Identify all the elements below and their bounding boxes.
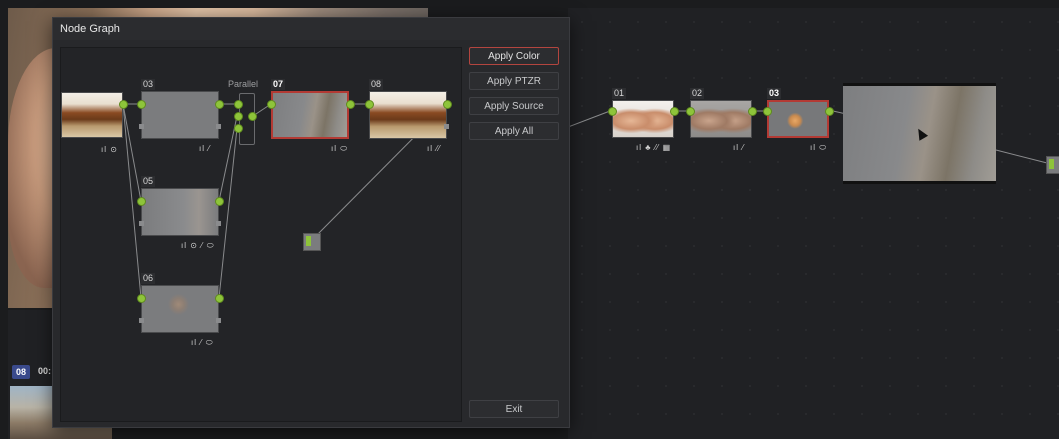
panel-node-08[interactable]	[369, 91, 447, 139]
panel-node-03-key-input[interactable]	[139, 124, 144, 129]
panel-node-03[interactable]	[141, 91, 219, 139]
panel-graph-area[interactable]: ıl ⊙ 03 ıl ⁄ Parallel 07 ıl ⬭ 08 ıl ⁄⁄ 0…	[60, 47, 462, 422]
clip-timecode: 00:	[38, 366, 52, 376]
parallel-input-2[interactable]	[234, 112, 243, 121]
panel-node-06-key-input[interactable]	[139, 318, 144, 323]
main-node-graph[interactable]	[568, 8, 1059, 439]
main-node-label-02: 02	[690, 88, 705, 99]
panel-node-05[interactable]	[141, 188, 219, 236]
panel-node-06-tools: ıl ⁄ ⬭	[191, 338, 214, 347]
parallel-label: Parallel	[228, 79, 259, 89]
panel-node-03-output[interactable]	[215, 100, 224, 109]
main-graph-connections	[568, 110, 1052, 165]
apply-color-button[interactable]: Apply Color	[469, 47, 559, 65]
panel-node-03-key-output[interactable]	[216, 124, 221, 129]
main-output-node[interactable]	[1046, 156, 1059, 174]
main-node-label-03: 03	[767, 88, 782, 99]
main-node-03-tools: ıl ⬭	[810, 143, 828, 152]
apply-all-button[interactable]: Apply All	[469, 122, 559, 140]
apply-ptzr-button[interactable]: Apply PTZR	[469, 72, 559, 90]
main-node-01-input[interactable]	[608, 107, 617, 116]
panel-node-source-output[interactable]	[119, 100, 128, 109]
panel-node-05-key-output[interactable]	[216, 221, 221, 226]
panel-node-label-05: 05	[141, 176, 156, 187]
panel-node-source-tools: ıl ⊙	[101, 145, 118, 154]
panel-node-06-input[interactable]	[137, 294, 146, 303]
panel-node-label-03: 03	[141, 79, 156, 90]
panel-output-node[interactable]	[303, 233, 321, 251]
main-node-02-tools: ıl ⁄	[733, 143, 745, 152]
panel-node-08-input[interactable]	[365, 100, 374, 109]
main-node-01-output[interactable]	[670, 107, 679, 116]
node-graph-panel: Node Graph ıl ⊙ 03 ıl ⁄ Parallel 07 ıl ⬭…	[52, 17, 570, 428]
panel-node-06-output[interactable]	[215, 294, 224, 303]
panel-node-label-07: 07	[271, 79, 286, 90]
parallel-input-1[interactable]	[234, 100, 243, 109]
main-node-01[interactable]	[612, 100, 674, 138]
panel-node-07-output[interactable]	[346, 100, 355, 109]
clip-number-badge: 08	[12, 365, 30, 379]
panel-node-03-tools: ıl ⁄	[199, 144, 211, 153]
panel-node-08-tools: ıl ⁄⁄	[427, 144, 441, 153]
main-node-02[interactable]	[690, 100, 752, 138]
panel-node-05-input[interactable]	[137, 197, 146, 206]
panel-node-05-key-input[interactable]	[139, 221, 144, 226]
panel-node-06-key-output[interactable]	[216, 318, 221, 323]
panel-title: Node Graph	[53, 18, 569, 40]
main-node-03-output[interactable]	[825, 107, 834, 116]
main-node-02-input[interactable]	[686, 107, 695, 116]
panel-node-source[interactable]	[61, 92, 123, 138]
apply-source-button[interactable]: Apply Source	[469, 97, 559, 115]
main-node-01-tools: ıl ♣ ⁄⁄ ▦	[636, 143, 672, 152]
panel-node-06[interactable]	[141, 285, 219, 333]
panel-node-label-08: 08	[369, 79, 384, 90]
panel-node-07-input[interactable]	[267, 100, 276, 109]
main-node-label-01: 01	[612, 88, 627, 99]
panel-node-07-tools: ıl ⬭	[331, 144, 349, 153]
panel-node-08-output[interactable]	[443, 100, 452, 109]
exit-button[interactable]: Exit	[469, 400, 559, 418]
main-node-03[interactable]	[767, 100, 829, 138]
parallel-input-3[interactable]	[234, 124, 243, 133]
panel-node-07[interactable]	[271, 91, 349, 139]
panel-node-05-tools: ıl ⊙ ⁄ ⬭	[181, 241, 215, 250]
panel-node-05-output[interactable]	[215, 197, 224, 206]
main-node-03-input[interactable]	[763, 107, 772, 116]
panel-node-08-key-output[interactable]	[444, 124, 449, 129]
panel-node-label-06: 06	[141, 273, 156, 284]
panel-node-03-input[interactable]	[137, 100, 146, 109]
main-node-02-output[interactable]	[748, 107, 757, 116]
parallel-output[interactable]	[248, 112, 257, 121]
